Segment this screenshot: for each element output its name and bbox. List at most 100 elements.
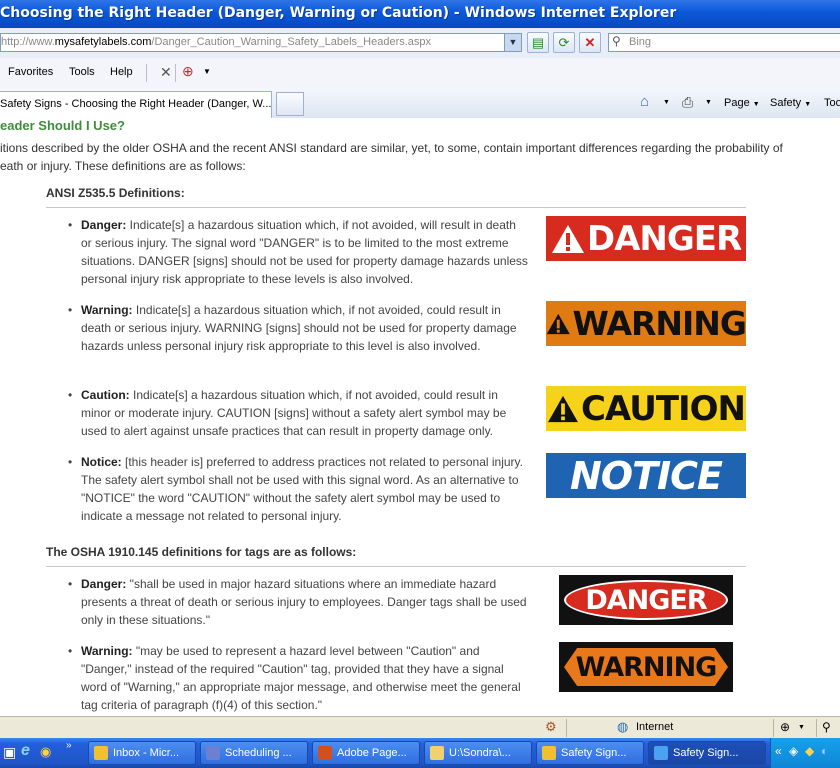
sign-word: WARNING [575,651,718,683]
taskbar-item[interactable]: Scheduling ... [200,741,308,765]
menu-bar: Favorites Tools Help ✕ ⊕ ▼ [0,58,840,89]
bullet: • [68,218,73,232]
item-term: Danger: [81,218,127,232]
protected-mode-icon[interactable]: ⊕ [780,720,790,734]
taskbar-item-label: Inbox - Micr... [113,747,180,759]
addon-dropdown-icon[interactable]: ▼ [203,67,211,76]
divider [46,207,746,208]
tools-menu[interactable]: Too [824,97,840,109]
osha-item-danger: • Danger: "shall be used in major hazard… [68,575,528,629]
intro-line-2: eath or injury. These definitions are as… [0,159,246,173]
menu-help[interactable]: Help [110,66,133,78]
page-menu[interactable]: Page ▼ [724,97,760,109]
tray-expand-icon[interactable]: « [775,744,782,758]
item-text: Indicate[s] a hazardous situation which,… [81,218,528,286]
tab-bar: Safety Signs - Choosing the Right Header… [0,88,840,119]
zoom-icon[interactable]: ⚲ [822,720,831,734]
ansi-notice-sign: NOTICE [546,453,746,498]
sign-word: NOTICE [569,453,723,498]
osha-danger-tag: DANGER [559,575,733,625]
stop-icon[interactable]: ✕ [579,32,601,53]
taskbar-item-label: Scheduling ... [225,747,292,759]
calendar-icon [206,746,220,760]
search-icon: ⚲ [612,34,621,48]
tray-volume-icon[interactable]: ◐ [821,744,828,758]
page-content: eader Should I Use? itions described by … [0,118,840,716]
sign-word: CAUTION [580,388,746,429]
intro-line-1: itions described by the older OSHA and t… [0,141,783,155]
status-separator [816,719,817,737]
divider [46,566,746,567]
outlook-quicklaunch-icon[interactable]: ◉ [40,744,51,760]
safety-menu-label: Safety [770,97,802,109]
safety-menu[interactable]: Safety ▼ [770,97,811,109]
close-toolbar-icon[interactable]: ✕ [160,64,172,81]
popup-blocked-icon[interactable]: ⚙ [545,719,557,735]
menu-separator [175,64,176,82]
address-dropdown-icon[interactable]: ▼ [504,34,521,51]
new-tab-button[interactable] [276,92,304,116]
outlook-message-icon [542,746,556,760]
quicklaunch-overflow-icon[interactable]: » [66,740,72,751]
taskbar-item[interactable]: Inbox - Micr... [88,741,196,765]
osha-warning-tag: WARNING [559,642,733,692]
item-text: "may be used to represent a hazard level… [81,644,521,712]
ansi-item-notice: • Notice: [this header is] preferred to … [68,453,528,525]
item-term: Warning: [81,644,133,658]
item-text: Indicate[s] a hazardous situation which,… [81,388,507,438]
show-desktop-icon[interactable]: ▣ [3,744,16,761]
intro-paragraph: itions described by the older OSHA and t… [0,139,830,175]
protected-mode-dropdown-icon[interactable]: ▼ [798,724,805,731]
taskbar-item-label: Safety Sign... [673,747,739,759]
tray-network-icon[interactable]: ◈ [789,744,798,758]
compatibility-view-icon[interactable]: ▤ [527,32,549,53]
ansi-caution-sign: CAUTION [546,386,746,431]
safety-alert-icon [548,395,578,422]
window-title-bar[interactable]: Choosing the Right Header (Danger, Warni… [0,0,840,28]
taskbar-item[interactable]: Safety Sign... [536,741,644,765]
address-toolbar: http://www.mysafetylabels.com/Danger_Cau… [0,28,840,59]
bullet: • [68,577,73,591]
tab-active-label: Safety Signs - Choosing the Right Header… [0,98,272,110]
ie-quicklaunch-icon[interactable]: e [21,742,30,760]
item-term: Warning: [81,303,133,317]
addon-icon[interactable]: ⊕ [182,63,194,80]
taskbar-item-active[interactable]: Safety Sign... [648,741,766,765]
tray-shield-icon[interactable]: ◆ [805,744,814,758]
taskbar-item-label: Safety Sign... [561,747,627,759]
home-icon[interactable]: ⌂ [640,93,649,110]
home-dropdown-icon[interactable]: ▼ [663,99,670,106]
status-bar: ⚙ ◍ Internet ⊕ ▼ ⚲ [0,716,840,739]
page-menu-label: Page [724,97,750,109]
sign-word: DANGER [585,584,707,616]
item-text: [this header is] preferred to address pr… [81,455,523,523]
adobe-icon [318,746,332,760]
url-prefix: http://www. [1,36,55,48]
tab-active[interactable]: Safety Signs - Choosing the Right Header… [0,91,272,118]
bullet: • [68,455,73,469]
taskbar-item-label: U:\Sondra\... [449,747,511,759]
taskbar-item[interactable]: Adobe Page... [312,741,420,765]
search-placeholder: Bing [629,36,652,48]
url-domain: mysafetylabels.com [54,36,152,48]
item-term: Danger: [81,577,127,591]
status-separator [773,719,774,737]
url-path: /Danger_Caution_Warning_Safety_Labels_He… [151,36,432,48]
print-dropdown-icon[interactable]: ▼ [705,99,712,106]
refresh-icon[interactable]: ⟳ [553,32,575,53]
print-icon[interactable]: ⎙ [682,94,693,111]
menu-tools[interactable]: Tools [69,66,95,78]
ansi-heading: ANSI Z535.5 Definitions: [46,186,185,200]
menu-favorites[interactable]: Favorites [8,66,53,78]
ie-icon [654,746,668,760]
bullet: • [68,644,73,658]
address-input[interactable]: http://www.mysafetylabels.com/Danger_Cau… [0,33,522,52]
search-input[interactable]: ⚲ Bing [608,33,840,52]
ansi-item-danger: • Danger: Indicate[s] a hazardous situat… [68,216,528,288]
taskbar: ▣ e ◉ » Inbox - Micr... Scheduling ... A… [0,738,840,768]
item-text: Indicate[s] a hazardous situation which,… [81,303,517,353]
safety-dropdown-icon: ▼ [804,101,812,108]
taskbar-item-label: Adobe Page... [337,747,407,759]
taskbar-item[interactable]: U:\Sondra\... [424,741,532,765]
sign-word: WARNING [572,304,747,343]
